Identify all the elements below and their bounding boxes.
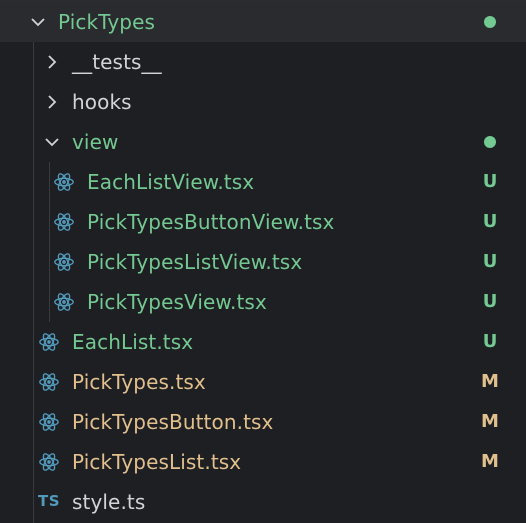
file-picktypeslist[interactable]: PickTypesList.tsx M — [0, 442, 526, 482]
file-label: PickTypesButton.tsx — [72, 410, 274, 434]
file-eachlistview[interactable]: EachListView.tsx U — [0, 162, 526, 202]
status-dot — [484, 16, 496, 28]
status-dot — [484, 136, 496, 148]
folder-view[interactable]: view — [0, 122, 526, 162]
file-label: PickTypesButtonView.tsx — [87, 210, 335, 234]
folder-hooks[interactable]: hooks — [0, 82, 526, 122]
chevron-down-icon — [42, 132, 62, 152]
file-picktypesview[interactable]: PickTypesView.tsx U — [0, 282, 526, 322]
file-label: PickTypesView.tsx — [87, 290, 267, 314]
typescript-icon: TS — [38, 492, 61, 510]
chevron-right-icon — [42, 92, 62, 112]
file-picktypesbuttonview[interactable]: PickTypesButtonView.tsx U — [0, 202, 526, 242]
file-style-ts[interactable]: TS style.ts — [0, 482, 526, 522]
folder-label: view — [72, 130, 119, 154]
folder-tests[interactable]: __tests__ — [0, 42, 526, 82]
folder-label: hooks — [72, 90, 132, 114]
file-label: style.ts — [72, 490, 146, 514]
git-status-badge: U — [482, 291, 498, 312]
file-label: EachList.tsx — [72, 330, 194, 354]
chevron-right-icon — [42, 52, 62, 72]
react-icon — [54, 173, 74, 191]
git-status-badge: U — [482, 171, 498, 192]
folder-picktypes[interactable]: PickTypes — [0, 2, 526, 42]
file-label: PickTypesList.tsx — [72, 450, 242, 474]
folder-label: PickTypes — [58, 10, 156, 34]
react-icon — [54, 293, 74, 311]
react-icon — [39, 453, 59, 471]
file-eachlist[interactable]: EachList.tsx U — [0, 322, 526, 362]
git-status-badge: M — [481, 411, 499, 432]
react-icon — [39, 333, 59, 351]
git-status-badge: U — [482, 251, 498, 272]
git-status-badge: U — [482, 211, 498, 232]
react-icon — [39, 373, 59, 391]
file-explorer-tree: PickTypes __tests__ hooks view EachListV… — [0, 0, 526, 523]
file-picktypes[interactable]: PickTypes.tsx M — [0, 362, 526, 402]
chevron-down-icon — [28, 12, 48, 32]
file-picktypesbutton[interactable]: PickTypesButton.tsx M — [0, 402, 526, 442]
react-icon — [39, 413, 59, 431]
file-label: PickTypesListView.tsx — [87, 250, 303, 274]
folder-label: __tests__ — [72, 50, 162, 74]
file-picktypeslistview[interactable]: PickTypesListView.tsx U — [0, 242, 526, 282]
git-status-badge: U — [482, 331, 498, 352]
react-icon — [54, 213, 74, 231]
file-label: PickTypes.tsx — [72, 370, 206, 394]
react-icon — [54, 253, 74, 271]
file-label: EachListView.tsx — [87, 170, 255, 194]
git-status-badge: M — [481, 371, 499, 392]
git-status-badge: M — [481, 451, 499, 472]
